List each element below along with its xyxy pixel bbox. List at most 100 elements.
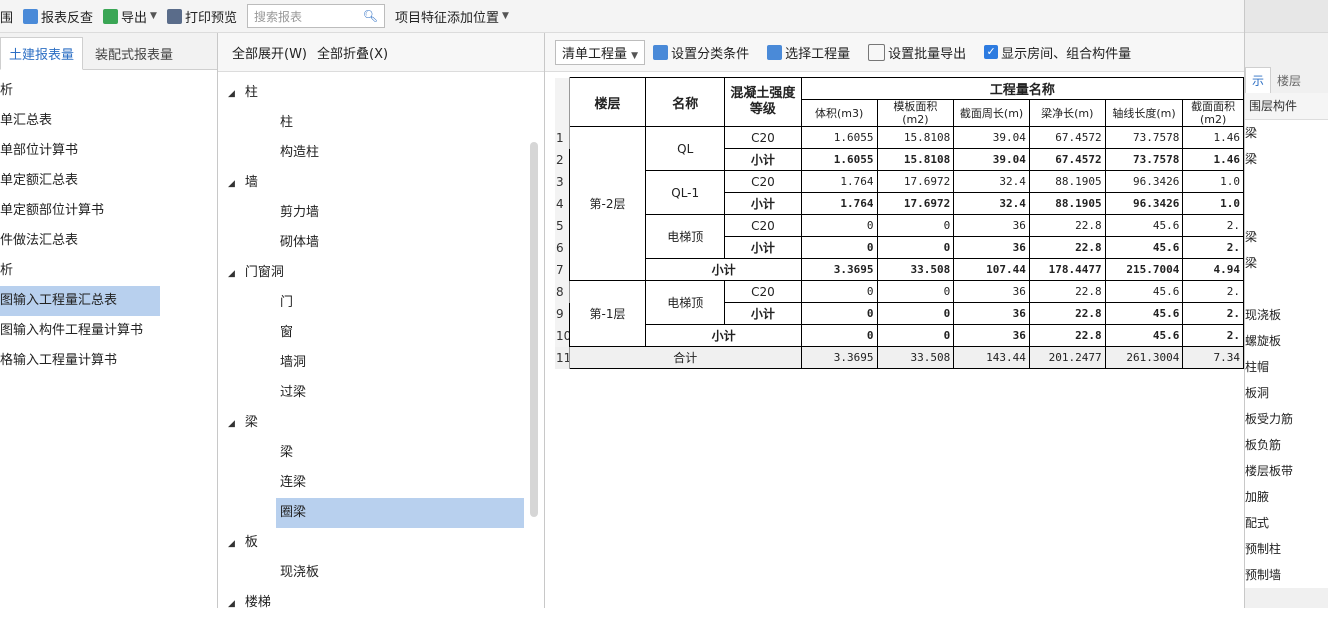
batch-export-button[interactable]: 设置批量导出 — [868, 43, 966, 62]
tree-group[interactable]: ◢ 楼梯 — [218, 588, 544, 618]
tree-group[interactable]: ◢ 板 — [218, 528, 544, 558]
table-total-row[interactable]: 11 合计 3.3695 33.508 143.44 201.2477 261.… — [555, 346, 1244, 369]
tree-leaf[interactable]: 梁 — [218, 438, 544, 468]
expand-triangle-icon[interactable]: ◢ — [228, 269, 235, 279]
print-preview-button[interactable]: 打印预览 — [166, 7, 237, 26]
row-number: 5 — [555, 214, 570, 237]
tree-group[interactable]: ◢ 柱 — [218, 78, 544, 108]
value-cell: 2. — [1182, 324, 1244, 347]
feature-position-dropdown[interactable]: 项目特征添加位置 ▼ — [395, 7, 509, 26]
value-cell: 1.764 — [800, 192, 878, 215]
value-cell: 143.44 — [953, 346, 1030, 369]
show-rooms-toggle[interactable]: ✓ 显示房间、组合构件量 — [984, 43, 1131, 62]
value-cell: 0 — [800, 214, 878, 237]
report-item[interactable]: 格输入工程量计算书 — [0, 346, 217, 376]
tree-group[interactable]: ◢ 梁 — [218, 408, 544, 438]
list-item[interactable]: 板洞 — [1245, 380, 1328, 406]
expand-triangle-icon[interactable]: ◢ — [228, 539, 235, 549]
set-classification-label: 设置分类条件 — [671, 46, 750, 62]
value-cell: 67.4572 — [1028, 148, 1106, 171]
list-item[interactable]: 柱帽 — [1245, 354, 1328, 380]
report-item[interactable]: 单部位计算书 — [0, 136, 217, 166]
col-header-formwork: 模板面积(m2) — [876, 99, 955, 127]
list-item[interactable]: 加腋 — [1245, 484, 1328, 510]
tree-group-label: 墙 — [244, 175, 258, 190]
tree-leaf[interactable]: 门 — [218, 288, 544, 318]
tab-civil-report[interactable]: 土建报表量 — [0, 37, 84, 70]
list-item[interactable]: 楼层板带 — [1245, 458, 1328, 484]
row-number: 1 — [555, 126, 570, 149]
tree-scrollbar[interactable] — [530, 142, 538, 517]
list-item[interactable] — [1245, 172, 1328, 198]
expand-all-button[interactable]: 全部展开(W) — [232, 43, 307, 62]
list-item[interactable]: 板受力筋 — [1245, 406, 1328, 432]
expand-triangle-icon[interactable]: ◢ — [228, 419, 235, 429]
table-row[interactable]: 1 第-2层 QL C20 1.6055 15.8108 39.04 67.45… — [555, 126, 1244, 281]
tree-leaf[interactable]: 现浇板 — [218, 558, 544, 588]
list-item[interactable]: 现浇板 — [1245, 302, 1328, 328]
table-row[interactable]: 10 小计 0 0 36 22.8 45.6 2. — [555, 324, 1244, 347]
tree-leaf[interactable]: 过梁 — [218, 378, 544, 408]
tab-prefab-report[interactable]: 装配式报表量 — [87, 38, 181, 69]
report-search-input[interactable]: 搜索报表 🔍︎ — [246, 4, 385, 28]
tree-group[interactable]: ◢ 墙 — [218, 168, 544, 198]
value-cell: 7.34 — [1182, 346, 1244, 369]
value-cell: 178.4477 — [1028, 258, 1106, 281]
report-item[interactable]: 单汇总表 — [0, 106, 217, 136]
tree-leaf[interactable]: 墙洞 — [218, 348, 544, 378]
value-cell: 1.6055 — [800, 126, 878, 149]
select-quantity-button[interactable]: 选择工程量 — [767, 43, 850, 62]
report-item[interactable]: 单定额汇总表 — [0, 166, 217, 196]
search-icon[interactable]: 🔍︎ — [363, 9, 378, 23]
export-button[interactable]: 导出 ▼ — [103, 7, 157, 26]
tree-leaf[interactable]: 构造柱 — [218, 138, 544, 168]
checkbox-checked-icon[interactable]: ✓ — [984, 45, 999, 59]
list-item[interactable]: 预制墙 — [1245, 562, 1328, 588]
list-item[interactable]: 梁 — [1245, 224, 1328, 250]
quantity-type-select[interactable]: 清单工程量 ▼ — [555, 39, 646, 65]
list-item[interactable]: 板负筋 — [1245, 432, 1328, 458]
list-item[interactable] — [1245, 276, 1328, 302]
list-item[interactable]: 梁 — [1245, 120, 1328, 146]
name-cell: 电梯顶 — [645, 214, 726, 259]
value-cell: 22.8 — [1028, 236, 1106, 259]
tree-leaf-selected[interactable]: 圈梁 — [276, 498, 524, 528]
expand-triangle-icon[interactable]: ◢ — [228, 89, 235, 99]
tree-leaf[interactable]: 剪力墙 — [218, 198, 544, 228]
background-toolbar — [1245, 0, 1328, 33]
quantity-type-label: 清单工程量 — [562, 46, 628, 62]
report-item[interactable]: 件做法汇总表 — [0, 226, 217, 256]
list-item[interactable]: 螺旋板 — [1245, 328, 1328, 354]
report-item[interactable]: 析 — [0, 76, 217, 106]
expand-triangle-icon[interactable]: ◢ — [228, 179, 235, 189]
set-classification-button[interactable]: 设置分类条件 — [653, 43, 749, 62]
list-item[interactable]: 梁 — [1245, 250, 1328, 276]
tree-leaf[interactable]: 窗 — [218, 318, 544, 348]
tree-leaf[interactable]: 砌体墙 — [218, 228, 544, 258]
tree-group[interactable]: ◢ 门窗洞 — [218, 258, 544, 288]
report-item-selected[interactable]: 图输入工程量汇总表 — [0, 286, 160, 316]
grade-cell: C20 — [724, 214, 802, 237]
table-row[interactable]: 3 QL-1 C20 1.764 17.6972 32.4 88.1905 96… — [555, 170, 1244, 215]
batch-export-label: 设置批量导出 — [888, 46, 967, 62]
report-item[interactable]: 图输入构件工程量计算书 — [0, 316, 217, 346]
table-row[interactable]: 7 小计 3.3695 33.508 107.44 178.4477 215.7… — [555, 258, 1244, 281]
list-item[interactable]: 预制柱 — [1245, 536, 1328, 562]
collapse-all-button[interactable]: 全部折叠(X) — [317, 43, 388, 62]
report-item[interactable]: 单定额部位计算书 — [0, 196, 217, 226]
list-item[interactable]: 配式 — [1245, 510, 1328, 536]
tab-floor[interactable]: 楼层 — [1271, 68, 1307, 93]
tree-leaf[interactable]: 连梁 — [218, 468, 544, 498]
tree-leaf[interactable]: 柱 — [218, 108, 544, 138]
report-lookup-button[interactable]: 报表反查 — [23, 7, 93, 26]
toolbar-item-range[interactable]: 围 — [0, 7, 13, 26]
report-item[interactable]: 析 — [0, 256, 217, 286]
table-row[interactable]: 5 电梯顶 C20 0 0 36 22.8 45.6 2. — [555, 214, 1244, 259]
table-row[interactable]: 8 第-1层 电梯顶 C20 0 0 36 22.8 45.6 2. — [555, 280, 1244, 347]
row-number: 7 — [555, 258, 570, 281]
tab-display[interactable]: 示 — [1245, 67, 1272, 93]
floor-cell: 第-2层 — [568, 126, 647, 281]
row-number: 6 — [555, 236, 570, 259]
list-item[interactable]: 梁 — [1245, 146, 1328, 172]
list-item[interactable] — [1245, 198, 1328, 224]
